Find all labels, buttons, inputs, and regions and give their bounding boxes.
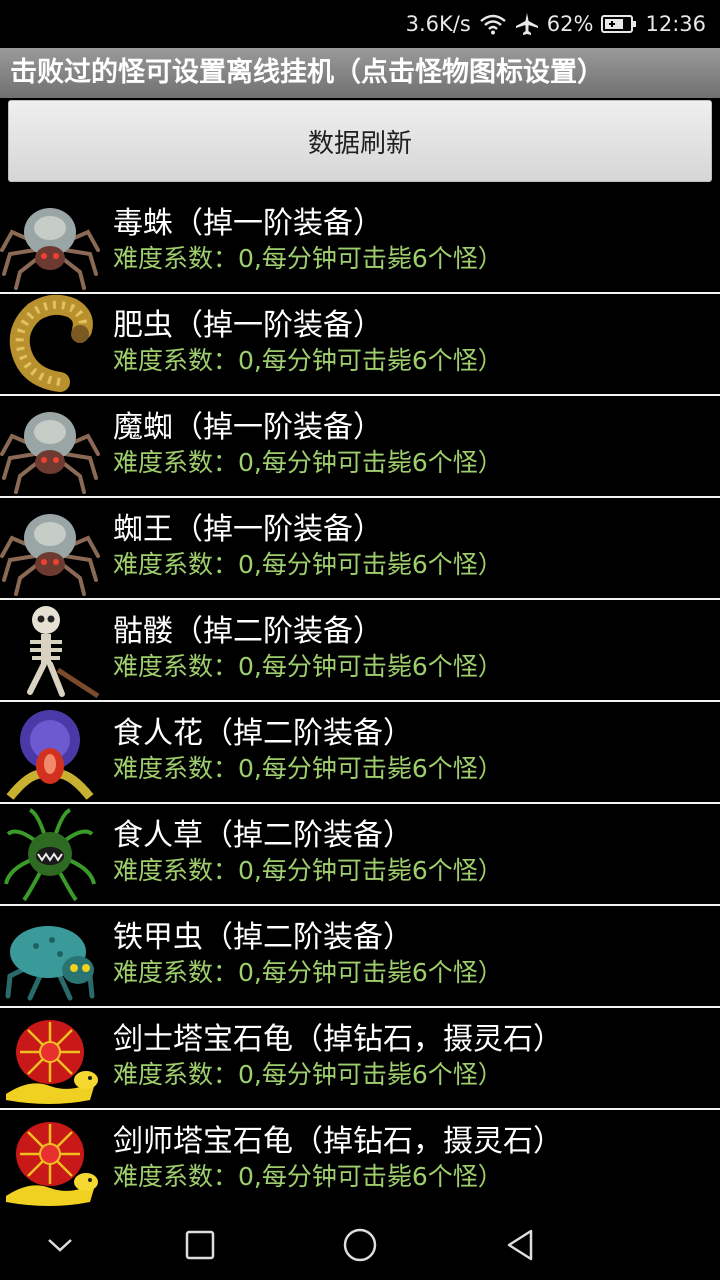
chevron-down-icon[interactable] — [40, 1225, 80, 1265]
monster-name: 食人花（掉二阶装备） — [113, 716, 413, 751]
monster-list: 毒蛛（掉一阶装备） 难度系数：0,每分钟可击毙6个怪） 肥虫（掉一阶装备） 难度系数… — [0, 192, 720, 1212]
flower-monster-icon[interactable] — [0, 702, 100, 802]
beetle-monster-icon[interactable] — [0, 906, 100, 1006]
monster-difficulty-info: 难度系数：0,每分钟可击毙6个怪） — [113, 1162, 503, 1191]
monster-name: 魔蜘（掉一阶装备） — [113, 410, 383, 445]
turtle-monster-icon[interactable] — [0, 1110, 100, 1210]
monster-row[interactable]: 剑士塔宝石龟（掉钻石，摄灵石） 难度系数：0,每分钟可击毙6个怪） — [0, 1008, 720, 1110]
spider-monster-icon[interactable] — [0, 192, 100, 292]
monster-name: 毒蛛（掉一阶装备） — [113, 206, 383, 241]
clock: 12:36 — [645, 12, 706, 36]
spider-monster-icon[interactable] — [0, 498, 100, 598]
grass-monster-icon[interactable] — [0, 804, 100, 904]
network-speed: 3.6K/s — [405, 12, 471, 36]
monster-row[interactable]: 食人花（掉二阶装备） 难度系数：0,每分钟可击毙6个怪） — [0, 702, 720, 804]
wifi-icon — [479, 13, 507, 35]
monster-row[interactable]: 骷髅（掉二阶装备） 难度系数：0,每分钟可击毙6个怪） — [0, 600, 720, 702]
monster-difficulty-info: 难度系数：0,每分钟可击毙6个怪） — [113, 550, 503, 579]
monster-row[interactable]: 毒蛛（掉一阶装备） 难度系数：0,每分钟可击毙6个怪） — [0, 192, 720, 294]
status-bar: 3.6K/s 62% 12:36 — [0, 0, 720, 48]
monster-name: 食人草（掉二阶装备） — [113, 818, 413, 853]
airplane-icon — [515, 12, 539, 36]
monster-difficulty-info: 难度系数：0,每分钟可击毙6个怪） — [113, 1060, 503, 1089]
navigation-bar — [0, 1210, 720, 1280]
home-circle-icon[interactable] — [340, 1225, 380, 1265]
monster-name: 肥虫（掉一阶装备） — [113, 308, 383, 343]
monster-row[interactable]: 剑师塔宝石龟（掉钻石，摄灵石） 难度系数：0,每分钟可击毙6个怪） — [0, 1110, 720, 1212]
page-title: 击败过的怪可设置离线挂机（点击怪物图标设置） — [0, 48, 720, 98]
turtle-monster-icon[interactable] — [0, 1008, 100, 1108]
recents-square-icon[interactable] — [180, 1225, 220, 1265]
worm-monster-icon[interactable] — [0, 294, 100, 394]
spider-monster-icon[interactable] — [0, 396, 100, 496]
monster-difficulty-info: 难度系数：0,每分钟可击毙6个怪） — [113, 754, 503, 783]
battery-percent: 62% — [546, 12, 594, 36]
monster-name: 蜘王（掉一阶装备） — [113, 512, 383, 547]
monster-difficulty-info: 难度系数：0,每分钟可击毙6个怪） — [113, 346, 503, 375]
monster-row[interactable]: 魔蜘（掉一阶装备） 难度系数：0,每分钟可击毙6个怪） — [0, 396, 720, 498]
battery-icon — [601, 14, 637, 34]
skeleton-monster-icon[interactable] — [0, 600, 100, 700]
monster-difficulty-info: 难度系数：0,每分钟可击毙6个怪） — [113, 958, 503, 987]
monster-row[interactable]: 食人草（掉二阶装备） 难度系数：0,每分钟可击毙6个怪） — [0, 804, 720, 906]
monster-row[interactable]: 肥虫（掉一阶装备） 难度系数：0,每分钟可击毙6个怪） — [0, 294, 720, 396]
monster-difficulty-info: 难度系数：0,每分钟可击毙6个怪） — [113, 652, 503, 681]
monster-name: 剑师塔宝石龟（掉钻石，摄灵石） — [113, 1124, 563, 1159]
monster-difficulty-info: 难度系数：0,每分钟可击毙6个怪） — [113, 856, 503, 885]
monster-name: 铁甲虫（掉二阶装备） — [113, 920, 413, 955]
monster-row[interactable]: 铁甲虫（掉二阶装备） 难度系数：0,每分钟可击毙6个怪） — [0, 906, 720, 1008]
monster-difficulty-info: 难度系数：0,每分钟可击毙6个怪） — [113, 244, 503, 273]
back-triangle-icon[interactable] — [500, 1225, 540, 1265]
monster-row[interactable]: 蜘王（掉一阶装备） 难度系数：0,每分钟可击毙6个怪） — [0, 498, 720, 600]
monster-difficulty-info: 难度系数：0,每分钟可击毙6个怪） — [113, 448, 503, 477]
monster-name: 剑士塔宝石龟（掉钻石，摄灵石） — [113, 1022, 563, 1057]
refresh-data-button[interactable]: 数据刷新 — [8, 100, 712, 182]
monster-name: 骷髅（掉二阶装备） — [113, 614, 383, 649]
